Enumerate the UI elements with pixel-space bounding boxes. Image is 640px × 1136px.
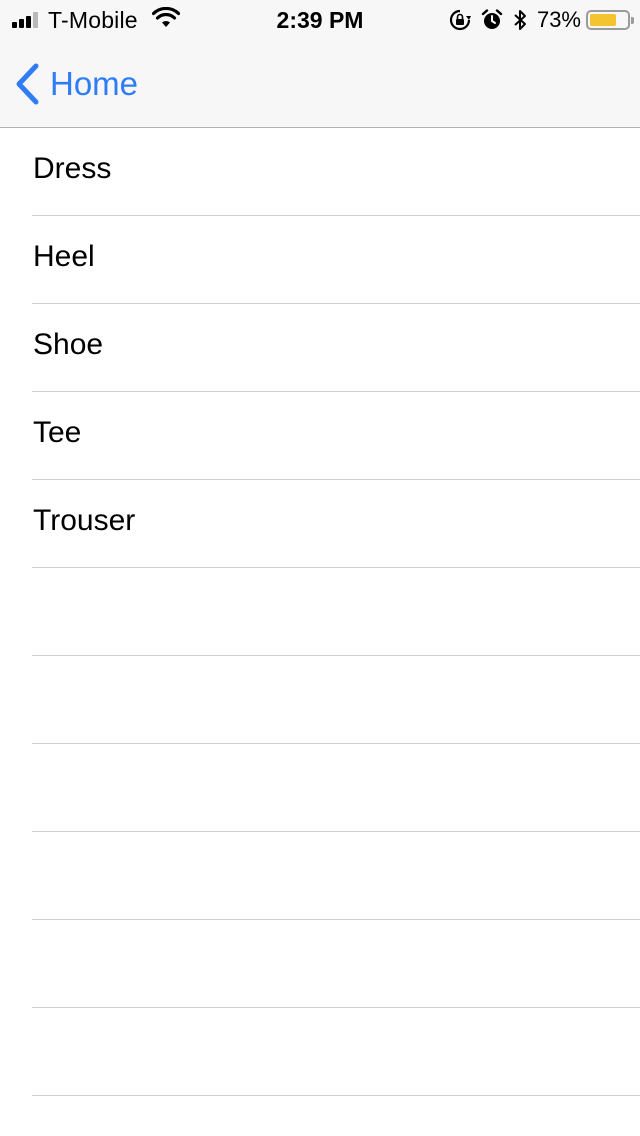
row-label: Shoe bbox=[33, 328, 104, 361]
empty-table-row bbox=[32, 744, 640, 832]
table-row[interactable]: Trouser bbox=[32, 480, 640, 568]
battery-percent: 73% bbox=[536, 7, 581, 32]
back-label: Home bbox=[50, 65, 139, 102]
empty-table-row bbox=[32, 656, 640, 744]
status-right: 73% bbox=[439, 7, 634, 32]
bluetooth-icon bbox=[513, 8, 527, 32]
status-bar: T-Mobile 2:39 PM 73% bbox=[0, 0, 640, 40]
alarm-icon bbox=[481, 9, 503, 31]
table-row[interactable]: Heel bbox=[32, 216, 640, 304]
orientation-lock-icon bbox=[449, 9, 471, 31]
screen: T-Mobile 2:39 PM 73% Home Dress Heel Sho… bbox=[0, 0, 640, 1136]
battery-icon bbox=[586, 10, 634, 30]
empty-table-row bbox=[32, 920, 640, 1008]
battery-level bbox=[590, 14, 617, 26]
table-row[interactable]: Shoe bbox=[32, 304, 640, 392]
table-row[interactable]: Dress bbox=[32, 128, 640, 216]
row-label: Tee bbox=[33, 416, 82, 449]
row-label: Heel bbox=[33, 240, 95, 273]
chevron-left-icon bbox=[14, 63, 40, 105]
row-label: Dress bbox=[33, 152, 112, 185]
row-label: Trouser bbox=[33, 504, 136, 537]
back-button[interactable]: Home bbox=[14, 60, 138, 108]
navigation-bar: Home bbox=[0, 40, 640, 128]
table-row[interactable]: Tee bbox=[32, 392, 640, 480]
item-table: Dress Heel Shoe Tee Trouser bbox=[0, 128, 640, 1096]
empty-table-row bbox=[32, 1008, 640, 1096]
empty-table-row bbox=[32, 568, 640, 656]
empty-table-row bbox=[32, 832, 640, 920]
